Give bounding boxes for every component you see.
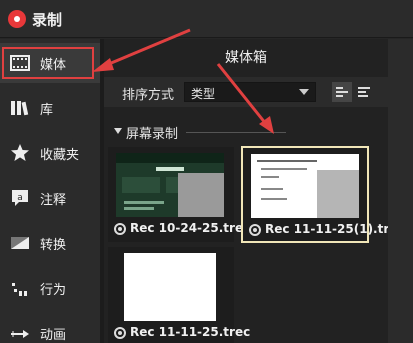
animation-icon [11, 330, 29, 338]
section-header[interactable]: 屏幕录制 [110, 123, 380, 142]
list-view-button[interactable] [354, 82, 374, 102]
media-item-selected[interactable]: Rec 11-11-25(1).trec [241, 146, 405, 243]
media-thumbnail [116, 153, 224, 217]
panel-title: 媒体箱 [225, 50, 267, 66]
collapse-triangle-icon [114, 128, 122, 134]
details-view-button[interactable] [332, 82, 352, 102]
app-title: 录制 [32, 11, 63, 29]
sidebar-item-label: 行为 [40, 283, 67, 298]
sidebar-item-label: 动画 [40, 328, 67, 343]
media-highlight-box [2, 47, 94, 79]
sidebar-item-label: 转换 [40, 238, 67, 253]
behavior-icon [12, 283, 27, 296]
library-icon [11, 101, 29, 116]
sidebar-item-label: 注释 [40, 193, 67, 208]
sidebar-item-annotations[interactable]: a 注释 [0, 178, 100, 218]
media-name: Rec 11-11-25(1).trec [265, 222, 405, 236]
media-name: Rec 11-11-25.trec [130, 325, 251, 339]
media-bin-panel: 媒体箱 排序方式 类型 屏幕录制 Rec 10-24-25.trec Rec 1… [104, 39, 405, 343]
sidebar: 媒体 库 收藏夹 a 注释 转换 行为 动画 [0, 39, 100, 343]
sort-dropdown[interactable]: 类型 [184, 82, 316, 102]
media-item[interactable]: Rec 11-11-25.trec [108, 247, 250, 343]
radio-icon[interactable] [249, 224, 261, 236]
sort-label: 排序方式 [122, 88, 175, 103]
sidebar-item-behaviors[interactable]: 行为 [0, 268, 100, 308]
sidebar-item-transitions[interactable]: 转换 [0, 223, 100, 263]
sidebar-item-library[interactable]: 库 [0, 88, 100, 128]
sort-toolbar: 排序方式 类型 [104, 77, 388, 107]
section-title: 屏幕录制 [126, 127, 179, 142]
svg-text:a: a [17, 193, 23, 203]
media-caption: Rec 11-11-25.trec [114, 325, 250, 341]
media-caption: Rec 11-11-25(1).trec [249, 222, 405, 238]
title-bar: 录制 [0, 0, 413, 38]
right-panel-edge [388, 39, 413, 343]
record-icon [8, 10, 26, 28]
sidebar-item-label: 收藏夹 [40, 148, 80, 163]
media-caption: Rec 10-24-25.trec [114, 221, 250, 237]
media-thumbnail [251, 154, 359, 218]
media-name: Rec 10-24-25.trec [130, 221, 251, 235]
star-icon [11, 144, 29, 161]
annotation-icon: a [12, 190, 28, 206]
sidebar-item-animations[interactable]: 动画 [0, 313, 100, 343]
radio-icon[interactable] [114, 327, 126, 339]
sort-value: 类型 [191, 87, 216, 101]
section-divider [186, 132, 286, 133]
transition-icon [11, 237, 29, 249]
sidebar-item-favorites[interactable]: 收藏夹 [0, 133, 100, 173]
sidebar-item-label: 库 [40, 103, 54, 118]
chevron-down-icon [299, 89, 309, 95]
media-thumbnail [124, 253, 216, 321]
radio-icon[interactable] [114, 223, 126, 235]
media-item[interactable]: Rec 10-24-25.trec [108, 147, 250, 242]
